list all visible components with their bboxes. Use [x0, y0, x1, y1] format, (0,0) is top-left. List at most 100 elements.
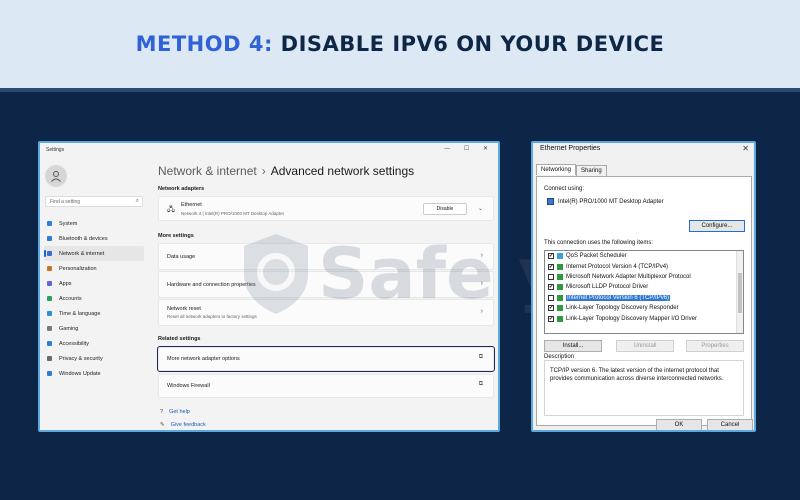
properties-button[interactable]: Properties	[686, 340, 744, 352]
sidebar-item[interactable]: Bluetooth & devices	[44, 231, 144, 246]
tab-sharing[interactable]: Sharing	[576, 165, 607, 176]
components-list[interactable]: ✔ QoS Packet Scheduler ✔ Internet Protocol …	[544, 250, 744, 334]
sidebar-item-label: Bluetooth & devices	[59, 235, 108, 242]
list-item[interactable]: ✔ Internet Protocol Version 4 (TCP/IPv4)	[545, 261, 743, 271]
banner-divider	[0, 88, 800, 92]
sidebar-item-label: Windows Update	[59, 370, 101, 377]
list-item[interactable]: ✔ Link-Layer Topology Discovery Mapper I/…	[545, 313, 743, 323]
description-label: Description	[544, 354, 575, 360]
sidebar-item[interactable]: System	[44, 216, 144, 231]
breadcrumb-parent[interactable]: Network & internet	[158, 164, 257, 178]
description-group: Description TCP/IP version 6. The latest…	[544, 354, 744, 416]
list-scrollbar[interactable]	[736, 251, 743, 333]
scrollbar-thumb[interactable]	[738, 273, 742, 313]
list-item-label: Link-Layer Topology Discovery Responder	[566, 305, 679, 312]
breadcrumb: Network & internet › Advanced network sett…	[158, 164, 414, 178]
list-item-label: Link-Layer Topology Discovery Mapper I/O…	[566, 315, 697, 322]
network-reset-label: Network reset	[167, 306, 201, 312]
checkbox-checked[interactable]: ✔	[548, 284, 554, 291]
settings-nav: System Bluetooth & devices Network & inter…	[44, 216, 144, 381]
sidebar-item-icon	[47, 281, 52, 286]
chevron-right-icon: ›	[261, 164, 266, 178]
protocol-icon	[557, 253, 563, 260]
network-reset-card[interactable]: Network reset Reset all network adapters…	[158, 299, 494, 326]
page-title: Advanced network settings	[270, 164, 415, 178]
settings-window-title: Settings	[46, 147, 65, 153]
checkbox-unchecked[interactable]	[548, 273, 554, 280]
give-feedback-link[interactable]: ✎ Give feedback	[160, 422, 206, 428]
avatar[interactable]	[45, 165, 67, 187]
sidebar-item[interactable]: Apps	[44, 276, 144, 291]
feedback-icon: ✎	[160, 422, 165, 428]
windows-firewall-card[interactable]: Windows Firewall ⧉	[158, 374, 494, 398]
networking-tab-panel: Connect using: Intel(R) PRO/1000 MT Desk…	[536, 176, 752, 426]
settings-search-input[interactable]: Find a setting ⌕	[45, 196, 143, 207]
uninstall-button[interactable]: Uninstall	[616, 340, 674, 352]
list-item[interactable]: ✔ QoS Packet Scheduler	[545, 251, 743, 261]
banner: METHOD 4: DISABLE IPV6 ON YOUR DEVICE	[0, 0, 800, 88]
section-related-settings: Related settings	[158, 336, 201, 342]
install-button[interactable]: Install...	[544, 340, 602, 352]
sidebar-item[interactable]: Windows Update	[44, 366, 144, 381]
more-adapter-options-label: More network adapter options	[167, 356, 240, 362]
sidebar-item-icon	[47, 266, 52, 271]
sidebar-item-label: Privacy & security	[59, 355, 103, 362]
sidebar-item[interactable]: Accessibility	[44, 336, 144, 351]
checkbox-checked[interactable]: ✔	[548, 253, 554, 260]
chevron-right-icon: ›	[480, 308, 483, 315]
checkbox-checked[interactable]: ✔	[548, 315, 554, 322]
configure-button[interactable]: Configure...	[689, 220, 745, 232]
get-help-link[interactable]: ? Get help	[160, 409, 190, 415]
sidebar-item-icon	[47, 296, 52, 301]
search-placeholder: Find a setting	[50, 199, 81, 205]
list-item-label: QoS Packet Scheduler	[566, 253, 627, 260]
protocol-icon	[557, 294, 563, 301]
window-controls[interactable]: — ☐ ✕	[444, 145, 494, 152]
sidebar-item-icon	[47, 371, 52, 376]
data-usage-card[interactable]: Data usage ›	[158, 243, 494, 270]
checkbox-checked[interactable]: ✔	[548, 263, 554, 270]
items-label: This connection uses the following items…	[544, 240, 654, 246]
list-item[interactable]: Internet Protocol Version 6 (TCP/IPv6)	[545, 293, 743, 303]
section-more-settings: More settings	[158, 233, 194, 239]
sidebar-item-label: Apps	[59, 280, 72, 287]
external-link-icon: ⧉	[478, 354, 483, 360]
get-help-label: Get help	[169, 409, 190, 415]
list-item[interactable]: ✔ Microsoft LLDP Protocol Driver	[545, 282, 743, 292]
list-item[interactable]: ✔ Link-Layer Topology Discovery Responder	[545, 303, 743, 313]
checkbox-unchecked[interactable]	[548, 294, 554, 301]
list-item[interactable]: Microsoft Network Adapter Multiplexor Pr…	[545, 272, 743, 282]
sidebar-item[interactable]: Network & internet	[44, 246, 144, 261]
settings-window: Settings — ☐ ✕ Find a setting ⌕ System Bl…	[38, 141, 500, 432]
external-link-icon: ⧉	[478, 381, 483, 387]
dialog-tabs: Networking Sharing	[536, 164, 607, 176]
protocol-icon	[557, 273, 563, 280]
disable-button[interactable]: Disable	[423, 203, 467, 215]
sidebar-item[interactable]: Gaming	[44, 321, 144, 336]
sidebar-item[interactable]: Privacy & security	[44, 351, 144, 366]
description-text: TCP/IP version 6. The latest version of …	[550, 368, 724, 382]
checkbox-checked[interactable]: ✔	[548, 305, 554, 312]
chevron-down-icon[interactable]: ⌄	[478, 205, 483, 212]
close-icon[interactable]: ✕	[742, 144, 749, 153]
more-network-adapter-options-card[interactable]: More network adapter options ⧉	[157, 346, 495, 372]
network-reset-description: Reset all network adapters to factory se…	[167, 314, 257, 319]
sidebar-item[interactable]: Time & language	[44, 306, 144, 321]
tab-networking[interactable]: Networking	[536, 164, 577, 175]
data-usage-label: Data usage	[167, 254, 196, 260]
section-network-adapters: Network adapters	[158, 186, 205, 192]
hardware-properties-card[interactable]: Hardware and connection properties ›	[158, 271, 494, 298]
banner-heading: DISABLE IPV6 ON YOUR DEVICE	[280, 32, 665, 56]
ethernet-icon: 🖧	[167, 206, 175, 213]
windows-firewall-label: Windows Firewall	[167, 383, 210, 389]
ok-button[interactable]: OK	[656, 419, 702, 430]
chevron-right-icon: ›	[480, 252, 483, 259]
user-icon	[51, 171, 61, 182]
help-icon: ?	[160, 409, 164, 415]
ethernet-adapter-card[interactable]: 🖧 Ethernet Network 4 | Intel(R) PRO/1000…	[158, 196, 494, 221]
sidebar-item[interactable]: Accounts	[44, 291, 144, 306]
cancel-button[interactable]: Cancel	[707, 419, 753, 430]
protocol-icon	[557, 315, 563, 322]
sidebar-item[interactable]: Personalization	[44, 261, 144, 276]
adapter-name: Ethernet	[181, 202, 202, 208]
